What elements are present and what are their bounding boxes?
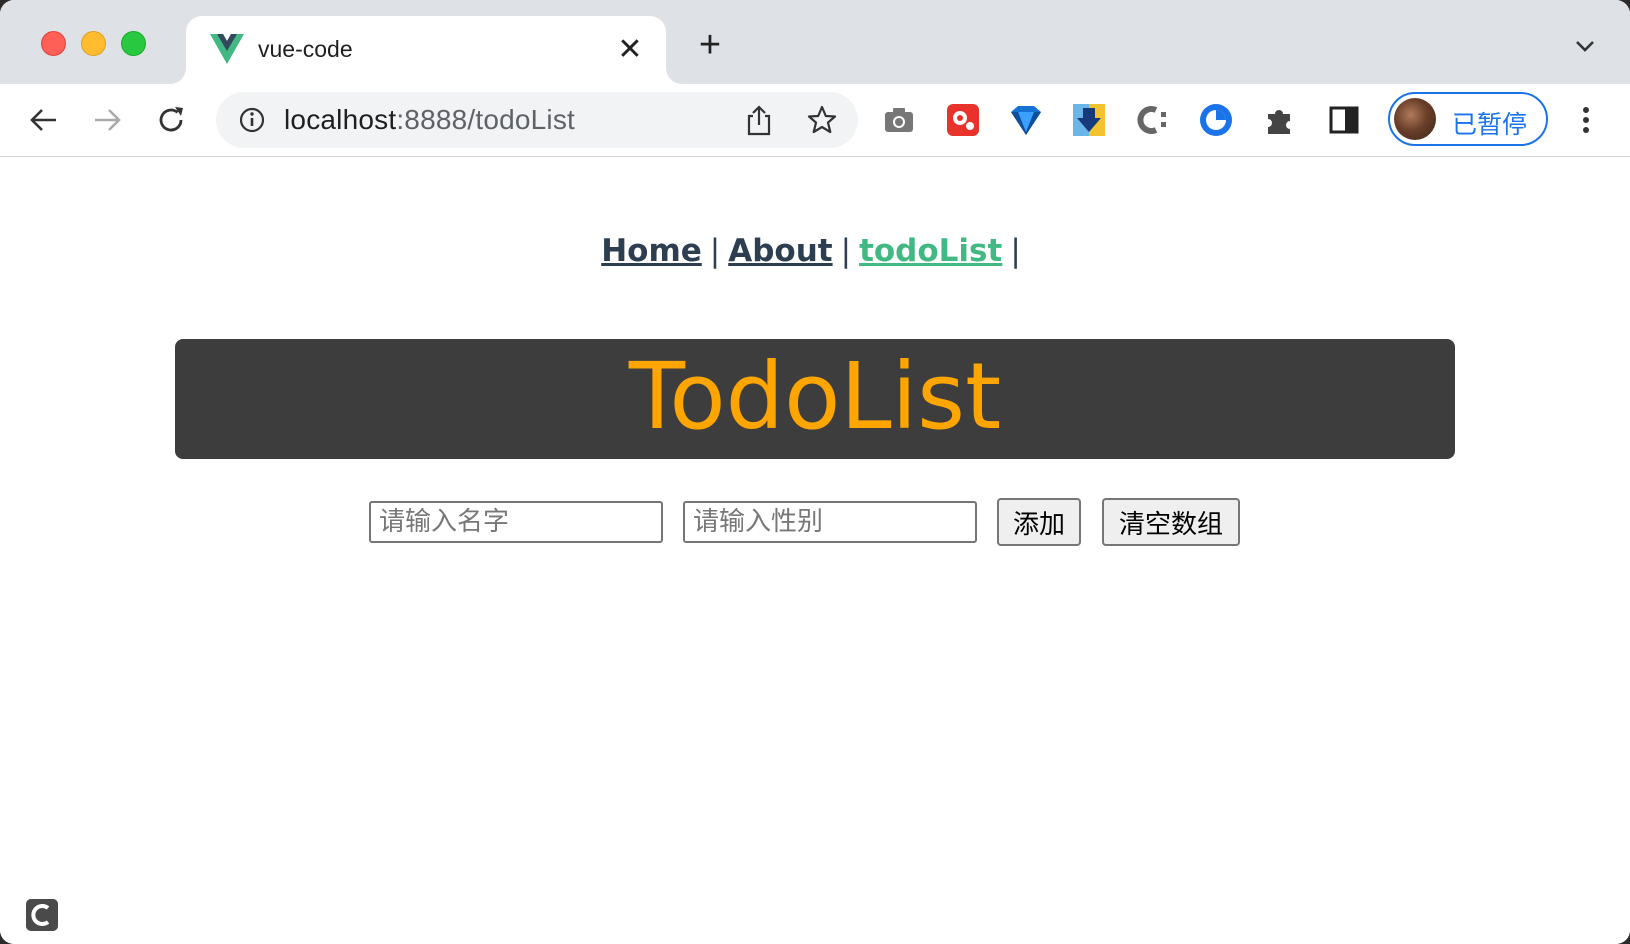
browser-toolbar: localhost:8888/todoList 已暂停 <box>0 84 1630 157</box>
red-gear-extension-icon[interactable] <box>945 102 981 138</box>
add-button[interactable]: 添加 <box>997 498 1081 546</box>
profile-button[interactable]: 已暂停 <box>1388 92 1548 146</box>
blue-gem-extension-icon[interactable] <box>1008 102 1044 138</box>
blue-circle-extension-icon[interactable] <box>1198 102 1234 138</box>
url-path: :8888/todoList <box>396 104 576 135</box>
nav-separator: | <box>709 233 721 269</box>
bookmark-star-icon[interactable] <box>806 104 838 136</box>
name-input[interactable] <box>369 501 663 543</box>
nav-link-todolist[interactable]: todoList <box>859 233 1002 269</box>
nav-link-home[interactable]: Home <box>601 233 702 269</box>
url-text[interactable]: localhost:8888/todoList <box>284 104 575 136</box>
tab-title: vue-code <box>258 36 353 62</box>
page-title: TodoList <box>628 343 1002 450</box>
tab-close-icon[interactable]: ✕ <box>616 35 644 65</box>
window-close-button[interactable] <box>41 31 66 56</box>
reload-icon[interactable] <box>155 104 187 136</box>
more-menu-icon[interactable] <box>1576 102 1596 138</box>
c-extension-icon[interactable] <box>1134 102 1170 138</box>
page-content: Home|About|todoList| TodoList 添加 清空数组 <box>0 157 1630 944</box>
download-extension-icon[interactable] <box>1071 102 1107 138</box>
url-host: localhost <box>284 104 397 135</box>
router-nav: Home | About | todoList | <box>0 233 1630 269</box>
c-badge-icon[interactable] <box>26 899 58 931</box>
browser-window: vue-code ✕ + localhost:8888/todoList 已暂停… <box>0 0 1630 944</box>
address-bar[interactable]: localhost:8888/todoList <box>216 92 858 148</box>
camera-icon[interactable] <box>881 102 917 138</box>
todo-form: 添加 清空数组 <box>0 497 1630 546</box>
todolist-header: TodoList <box>175 339 1455 459</box>
sidepanel-icon[interactable] <box>1326 102 1362 138</box>
tab-vue-code[interactable]: vue-code ✕ <box>186 16 666 84</box>
window-maximize-button[interactable] <box>121 31 146 56</box>
tab-strip: vue-code ✕ + <box>0 0 1630 84</box>
clear-array-button[interactable]: 清空数组 <box>1102 498 1240 546</box>
gender-input[interactable] <box>683 501 977 543</box>
back-arrow-icon[interactable] <box>28 104 60 136</box>
new-tab-button[interactable]: + <box>694 26 726 64</box>
nav-separator: | <box>840 233 852 269</box>
nav-separator: | <box>1010 233 1021 269</box>
forward-arrow-icon[interactable] <box>91 104 123 136</box>
chevron-down-icon[interactable] <box>1570 34 1600 58</box>
share-icon[interactable] <box>744 104 774 136</box>
vue-logo-icon <box>210 34 244 64</box>
puzzle-icon[interactable] <box>1262 102 1298 138</box>
profile-status-label: 已暂停 <box>1452 110 1528 139</box>
nav-link-about[interactable]: About <box>728 233 832 269</box>
info-icon[interactable] <box>238 106 266 134</box>
avatar <box>1394 98 1436 140</box>
window-minimize-button[interactable] <box>81 31 106 56</box>
